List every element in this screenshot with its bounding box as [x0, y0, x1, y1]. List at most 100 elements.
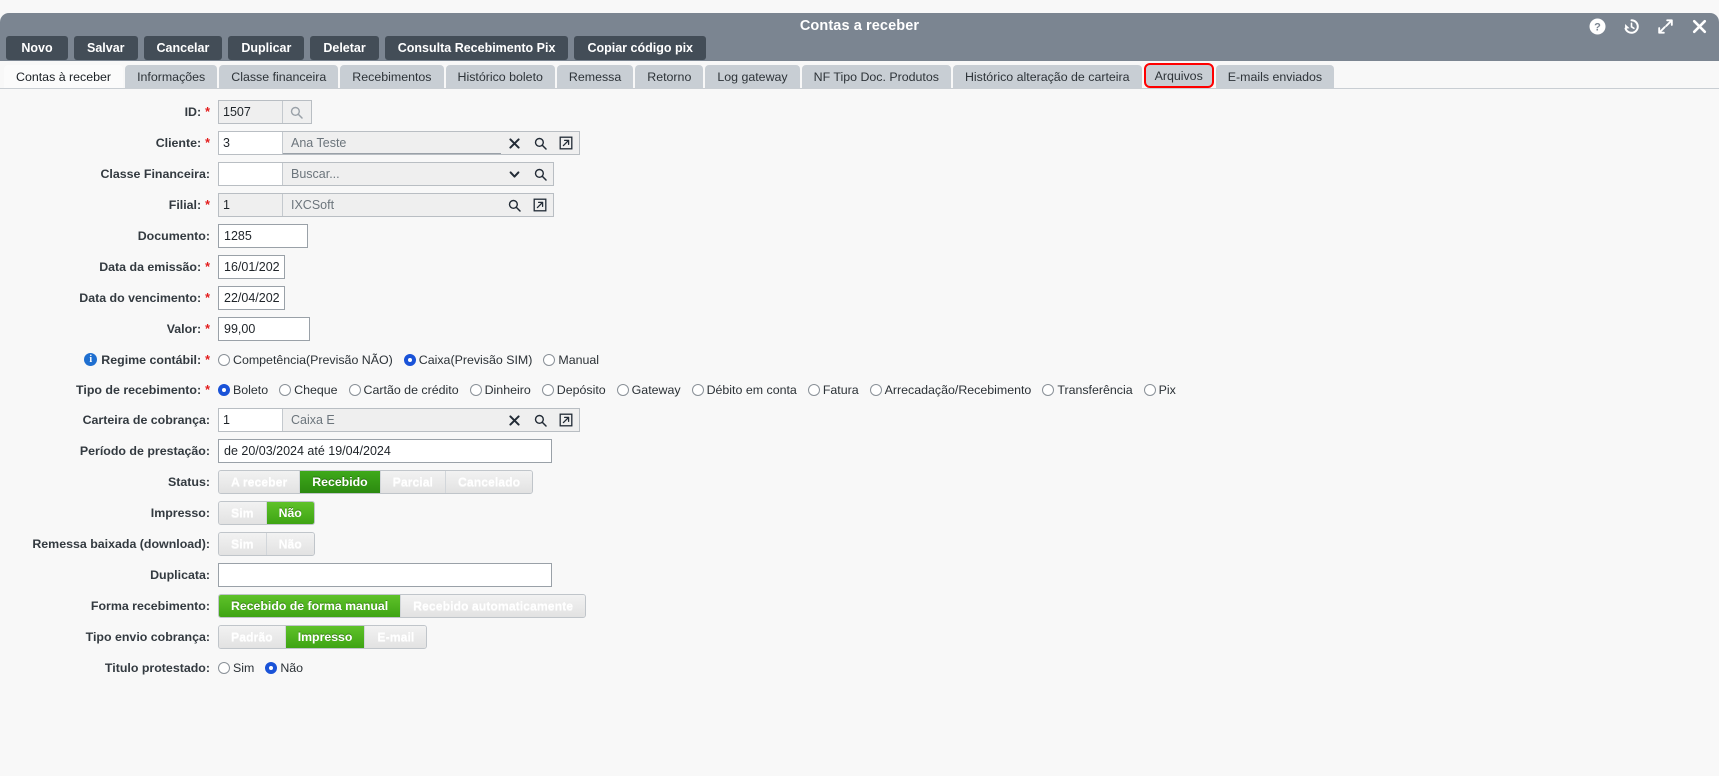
classe-placeholder: Buscar... — [283, 163, 501, 185]
classe-code-input[interactable] — [219, 163, 283, 185]
radio-tipo-dinheiro[interactable]: Dinheiro — [470, 383, 531, 397]
radio-tipo-transferencia[interactable]: Transferência — [1042, 383, 1132, 397]
valor-input[interactable] — [218, 317, 310, 341]
cliente-clear-icon[interactable] — [501, 132, 527, 154]
tab-historico-boleto[interactable]: Histórico boleto — [446, 65, 555, 88]
field-row-duplicata: Duplicata: — [0, 563, 1719, 587]
label-data-vencimento-text: Data do vencimento: — [79, 291, 201, 305]
radio-tipo-fatura[interactable]: Fatura — [808, 383, 859, 397]
label-filial-text: Filial: — [169, 198, 201, 212]
label-tipo-envio-cobranca-text: Tipo envio cobrança: — [86, 630, 210, 644]
info-icon[interactable]: i — [84, 353, 97, 366]
radio-indicator — [808, 384, 820, 396]
save-button[interactable]: Salvar — [74, 36, 138, 60]
tab-informacoes[interactable]: Informações — [125, 65, 217, 88]
close-icon[interactable] — [1690, 17, 1709, 36]
form-panel: ID: * Cliente: * Ana Teste — [0, 88, 1719, 776]
periodo-prestacao-input[interactable] — [218, 439, 552, 463]
tipo-envio-option-padrao[interactable]: Padrão — [219, 626, 286, 648]
tab-retorno[interactable]: Retorno — [635, 65, 703, 88]
tab-historico-alteracao-carteira[interactable]: Histórico alteração de carteira — [953, 65, 1142, 88]
label-tipo-recebimento-text: Tipo de recebimento: — [76, 383, 201, 397]
label-data-emissao: Data da emissão: * — [0, 260, 218, 274]
cliente-open-icon[interactable] — [553, 132, 579, 154]
forma-recebimento-option-manual[interactable]: Recebido de forma manual — [219, 595, 401, 617]
radio-label: Arrecadação/Recebimento — [885, 383, 1032, 397]
impresso-toggle-group: Sim Não — [218, 501, 315, 525]
filial-open-icon[interactable] — [527, 194, 553, 216]
duplicata-input[interactable] — [218, 563, 552, 587]
help-icon[interactable]: ? — [1588, 17, 1607, 36]
required-marker: * — [205, 353, 210, 367]
status-option-recebido[interactable]: Recebido — [300, 471, 380, 493]
label-tipo-envio-cobranca: Tipo envio cobrança: — [0, 630, 218, 644]
chevron-down-icon[interactable] — [501, 163, 527, 185]
delete-button[interactable]: Deletar — [310, 36, 378, 60]
impresso-option-sim[interactable]: Sim — [219, 502, 267, 524]
copy-pix-code-button[interactable]: Copiar código pix — [574, 36, 706, 60]
forma-recebimento-option-automatico[interactable]: Recebido automaticamente — [401, 595, 585, 617]
tab-recebimentos[interactable]: Recebimentos — [340, 65, 443, 88]
radio-titulo-protestado-nao[interactable]: Não — [265, 661, 303, 675]
field-row-filial: Filial: * IXCSoft — [0, 193, 1719, 217]
tab-remessa[interactable]: Remessa — [557, 65, 633, 88]
carteira-open-icon[interactable] — [553, 409, 579, 431]
filial-search-icon[interactable] — [501, 194, 527, 216]
field-row-classe-financeira: Classe Financeira: Buscar... — [0, 162, 1719, 186]
carteira-search-icon[interactable] — [527, 409, 553, 431]
tipo-envio-option-email[interactable]: E-mail — [365, 626, 426, 648]
status-option-a-receber[interactable]: A receber — [219, 471, 300, 493]
cancel-button[interactable]: Cancelar — [144, 36, 223, 60]
impresso-option-nao[interactable]: Não — [267, 502, 314, 524]
carteira-code-input[interactable] — [219, 409, 283, 431]
data-vencimento-input[interactable] — [218, 286, 285, 310]
radio-tipo-cartao-credito[interactable]: Cartão de crédito — [349, 383, 459, 397]
cliente-code-input[interactable] — [219, 132, 283, 154]
history-icon[interactable] — [1622, 17, 1641, 36]
id-input[interactable] — [219, 101, 283, 123]
label-regime-contabil-text: Regime contábil: — [101, 353, 201, 367]
remessa-baixada-option-nao[interactable]: Não — [267, 533, 314, 555]
data-emissao-input[interactable] — [218, 255, 285, 279]
carteira-description: Caixa E — [283, 409, 501, 431]
expand-icon[interactable] — [1656, 17, 1675, 36]
radio-label: Fatura — [823, 383, 859, 397]
label-remessa-baixada: Remessa baixada (download): — [0, 537, 218, 551]
radio-tipo-gateway[interactable]: Gateway — [617, 383, 681, 397]
radio-titulo-protestado-sim[interactable]: Sim — [218, 661, 254, 675]
tipo-envio-option-impresso[interactable]: Impresso — [286, 626, 366, 648]
label-cliente: Cliente: * — [0, 136, 218, 150]
id-search-icon[interactable] — [283, 101, 309, 123]
radio-tipo-cheque[interactable]: Cheque — [279, 383, 337, 397]
remessa-baixada-option-sim[interactable]: Sim — [219, 533, 267, 555]
filial-code-input[interactable] — [219, 194, 283, 216]
status-option-parcial[interactable]: Parcial — [381, 471, 446, 493]
radio-indicator — [279, 384, 291, 396]
duplicate-button[interactable]: Duplicar — [228, 36, 304, 60]
radio-tipo-deposito[interactable]: Depósito — [542, 383, 606, 397]
consult-pix-button[interactable]: Consulta Recebimento Pix — [385, 36, 569, 60]
radio-regime-competencia[interactable]: Competência(Previsão NÃO) — [218, 353, 393, 367]
field-row-titulo-protestado: Titulo protestado: Sim Não — [0, 656, 1719, 679]
tab-contas-a-receber[interactable]: Contas à receber — [4, 65, 123, 88]
tab-arquivos[interactable]: Arquivos — [1144, 63, 1214, 88]
radio-tipo-pix[interactable]: Pix — [1144, 383, 1176, 397]
radio-tipo-arrecadacao-recebimento[interactable]: Arrecadação/Recebimento — [870, 383, 1032, 397]
filial-description: IXCSoft — [283, 194, 501, 216]
cliente-search-icon[interactable] — [527, 132, 553, 154]
status-option-cancelado[interactable]: Cancelado — [446, 471, 532, 493]
new-button[interactable]: Novo — [6, 36, 68, 60]
tab-nf-tipo-doc-produtos[interactable]: NF Tipo Doc. Produtos — [802, 65, 951, 88]
tab-classe-financeira[interactable]: Classe financeira — [219, 65, 338, 88]
carteira-clear-icon[interactable] — [501, 409, 527, 431]
classe-search-icon[interactable] — [527, 163, 553, 185]
label-regime-contabil: i Regime contábil: * — [0, 353, 218, 367]
tab-emails-enviados[interactable]: E-mails enviados — [1216, 65, 1334, 88]
tab-log-gateway[interactable]: Log gateway — [705, 65, 799, 88]
radio-tipo-debito-em-conta[interactable]: Débito em conta — [692, 383, 797, 397]
titulo-protestado-radio-group: Sim Não — [218, 661, 303, 675]
radio-regime-manual[interactable]: Manual — [543, 353, 599, 367]
radio-regime-caixa[interactable]: Caixa(Previsão SIM) — [404, 353, 533, 367]
documento-input[interactable] — [218, 224, 308, 248]
radio-tipo-boleto[interactable]: Boleto — [218, 383, 268, 397]
